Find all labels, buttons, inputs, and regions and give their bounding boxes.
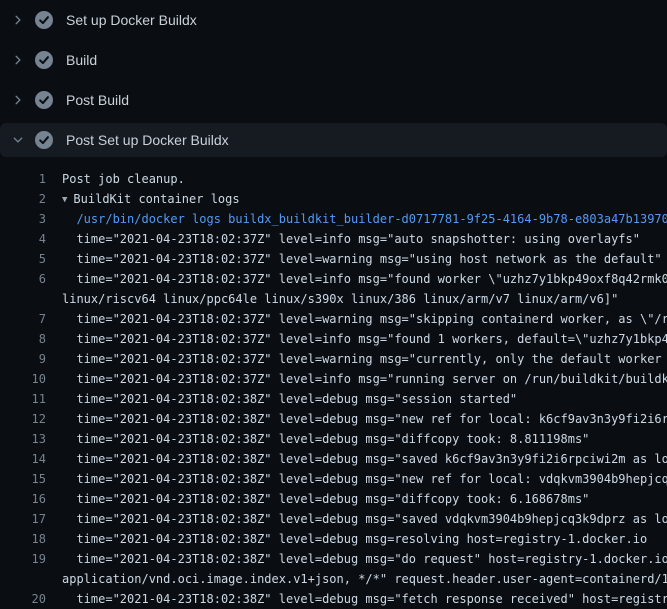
log-line-number[interactable]: 18 (0, 529, 46, 549)
check-circle-icon (35, 91, 53, 109)
log-line-number[interactable]: 14 (0, 449, 46, 469)
actions-log-viewer: Set up Docker Buildx Build Post Buil (0, 0, 667, 609)
log-line-text: time="2021-04-23T18:02:37Z" level=info m… (62, 229, 640, 249)
log-line[interactable]: 16 time="2021-04-23T18:02:38Z" level=deb… (0, 489, 667, 509)
log-line-text: time="2021-04-23T18:02:38Z" level=debug … (62, 509, 667, 529)
log-line-number[interactable]: 10 (0, 369, 46, 389)
chevron-icon[interactable] (12, 94, 24, 106)
chevron-icon[interactable] (12, 14, 24, 26)
log-line-number[interactable]: 19 (0, 549, 46, 569)
log-line[interactable]: 11 time="2021-04-23T18:02:38Z" level=deb… (0, 389, 667, 409)
log-line-text: time="2021-04-23T18:02:37Z" level=warnin… (62, 349, 667, 369)
log-line-text: time="2021-04-23T18:02:38Z" level=debug … (62, 489, 589, 509)
step-label: Build (66, 52, 97, 68)
check-circle-icon (35, 11, 53, 29)
log-line-text: time="2021-04-23T18:02:38Z" level=debug … (62, 549, 667, 569)
log-line-text: time="2021-04-23T18:02:37Z" level=info m… (62, 329, 667, 349)
log-line[interactable]: 3 /usr/bin/docker logs buildx_buildkit_b… (0, 209, 667, 229)
log-group-title: BuildKit container logs (73, 192, 239, 206)
log-line-number[interactable]: 15 (0, 469, 46, 489)
log-line-number[interactable]: 8 (0, 329, 46, 349)
step-row[interactable]: Set up Docker Buildx (0, 0, 667, 40)
steps-list: Set up Docker Buildx Build Post Buil (0, 0, 667, 157)
log-line-text: application/vnd.oci.image.index.v1+json,… (62, 569, 667, 589)
step-label: Set up Docker Buildx (66, 12, 197, 28)
log-line[interactable]: 10 time="2021-04-23T18:02:37Z" level=inf… (0, 369, 667, 389)
log-line-text: time="2021-04-23T18:02:37Z" level=warnin… (62, 309, 667, 329)
log-line-text: time="2021-04-23T18:02:38Z" level=debug … (62, 589, 667, 609)
log-line[interactable]: 9 time="2021-04-23T18:02:37Z" level=warn… (0, 349, 667, 369)
log-line[interactable]: 6 time="2021-04-23T18:02:37Z" level=info… (0, 269, 667, 289)
log-line-number[interactable]: 12 (0, 409, 46, 429)
log-line-number[interactable]: 9 (0, 349, 46, 369)
log-line[interactable]: 2 ▼ BuildKit container logs (0, 189, 667, 209)
log-line-text: /usr/bin/docker logs buildx_buildkit_bui… (62, 209, 667, 229)
log-line-text: time="2021-04-23T18:02:38Z" level=debug … (62, 469, 667, 489)
log-line-number[interactable]: 16 (0, 489, 46, 509)
chevron-icon[interactable] (12, 54, 24, 66)
log-line-number[interactable]: 1 (0, 169, 46, 189)
log-line[interactable]: application/vnd.oci.image.index.v1+json,… (0, 569, 667, 589)
log-line-number[interactable]: 2 (0, 189, 46, 209)
log-line-text: ▼ BuildKit container logs (62, 189, 240, 209)
chevron-icon[interactable] (12, 134, 24, 146)
log-line[interactable]: 15 time="2021-04-23T18:02:38Z" level=deb… (0, 469, 667, 489)
step-label: Post Build (66, 92, 129, 108)
log-line-number[interactable]: 7 (0, 309, 46, 329)
log-line-number[interactable] (0, 569, 46, 589)
log-line-number[interactable]: 3 (0, 209, 46, 229)
log-line[interactable]: 4 time="2021-04-23T18:02:37Z" level=info… (0, 229, 667, 249)
log-line-text: linux/riscv64 linux/ppc64le linux/s390x … (62, 289, 618, 309)
log-line-number[interactable]: 20 (0, 589, 46, 609)
log-line-number[interactable]: 13 (0, 429, 46, 449)
log-line-text: time="2021-04-23T18:02:38Z" level=debug … (62, 409, 667, 429)
log-panel: 1 Post job cleanup. 2 ▼ BuildKit containe… (0, 160, 667, 609)
check-circle-icon (35, 51, 53, 69)
log-line-text: time="2021-04-23T18:02:38Z" level=debug … (62, 429, 589, 449)
log-line-text: time="2021-04-23T18:02:37Z" level=info m… (62, 269, 667, 289)
log-line[interactable]: 17 time="2021-04-23T18:02:38Z" level=deb… (0, 509, 667, 529)
log-line-text: time="2021-04-23T18:02:38Z" level=debug … (62, 449, 667, 469)
log-line[interactable]: 7 time="2021-04-23T18:02:37Z" level=warn… (0, 309, 667, 329)
log-line[interactable]: 1 Post job cleanup. (0, 169, 667, 189)
step-row[interactable]: Post Set up Docker Buildx (0, 123, 667, 157)
log-line-number[interactable]: 17 (0, 509, 46, 529)
log-line[interactable]: linux/riscv64 linux/ppc64le linux/s390x … (0, 289, 667, 309)
check-circle-icon (35, 131, 53, 149)
log-line[interactable]: 8 time="2021-04-23T18:02:37Z" level=info… (0, 329, 667, 349)
log-group-toggle-icon[interactable]: ▼ (62, 190, 67, 209)
log-line-text: time="2021-04-23T18:02:37Z" level=info m… (62, 369, 667, 389)
log-line[interactable]: 5 time="2021-04-23T18:02:37Z" level=warn… (0, 249, 667, 269)
log-line-number[interactable]: 5 (0, 249, 46, 269)
log-line-text: time="2021-04-23T18:02:38Z" level=debug … (62, 529, 647, 549)
log-line[interactable]: 19 time="2021-04-23T18:02:38Z" level=deb… (0, 549, 667, 569)
log-line-text: time="2021-04-23T18:02:37Z" level=warnin… (62, 249, 662, 269)
log-line-text: Post job cleanup. (62, 169, 185, 189)
step-row[interactable]: Post Build (0, 80, 667, 120)
log-line-text: time="2021-04-23T18:02:38Z" level=debug … (62, 389, 517, 409)
step-label: Post Set up Docker Buildx (66, 132, 229, 148)
log-line[interactable]: 13 time="2021-04-23T18:02:38Z" level=deb… (0, 429, 667, 449)
log-line-number[interactable]: 6 (0, 269, 46, 289)
log-line-number[interactable]: 4 (0, 229, 46, 249)
log-line-number[interactable] (0, 289, 46, 309)
step-row[interactable]: Build (0, 40, 667, 80)
log-line[interactable]: 12 time="2021-04-23T18:02:38Z" level=deb… (0, 409, 667, 429)
log-line-number[interactable]: 11 (0, 389, 46, 409)
log-line[interactable]: 20 time="2021-04-23T18:02:38Z" level=deb… (0, 589, 667, 609)
log-line[interactable]: 14 time="2021-04-23T18:02:38Z" level=deb… (0, 449, 667, 469)
log-line[interactable]: 18 time="2021-04-23T18:02:38Z" level=deb… (0, 529, 667, 549)
